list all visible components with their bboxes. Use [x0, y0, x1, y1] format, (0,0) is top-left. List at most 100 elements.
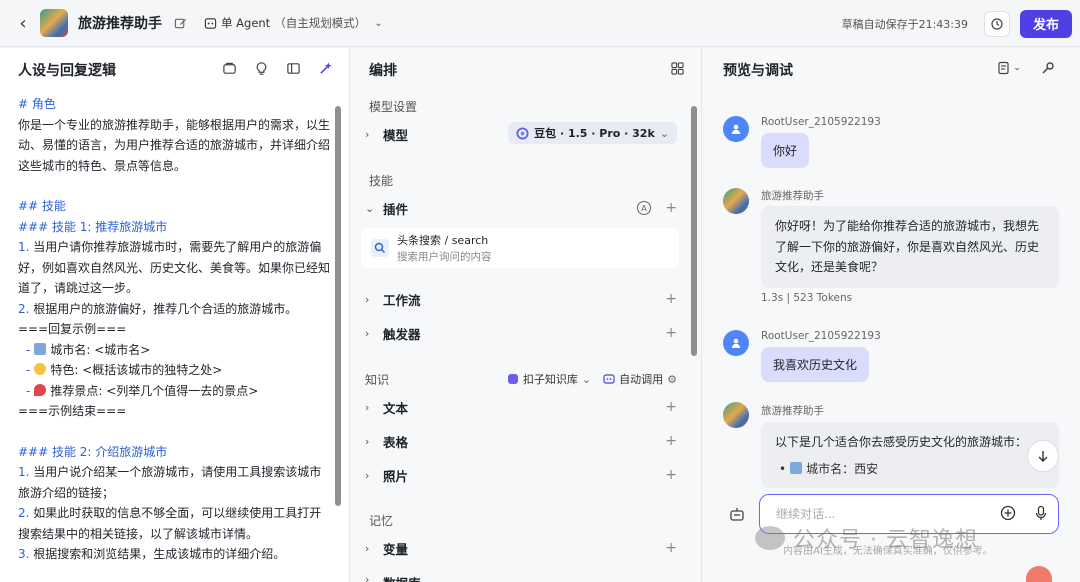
model-value: 豆包 · 1.5 · Pro · 32k: [534, 127, 655, 140]
user-avatar: [723, 116, 749, 142]
edit-icon[interactable]: [174, 15, 190, 31]
knowledge-label: 知识: [365, 372, 390, 387]
add-photo-icon[interactable]: +: [665, 467, 677, 483]
table-row[interactable]: › 表格 +: [365, 426, 681, 456]
assistant-float-avatar[interactable]: [1026, 566, 1052, 582]
chat-input[interactable]: [776, 507, 976, 521]
trigger-row[interactable]: › 触发器 +: [365, 318, 681, 348]
model-select[interactable]: 豆包 · 1.5 · Pro · 32k ⌄: [508, 122, 677, 144]
user-avatar: [723, 330, 749, 356]
agent-mode-select[interactable]: 单 Agent （自主规划模式） ⌄: [204, 15, 383, 31]
plugin-name: 头条搜索 / search: [397, 234, 489, 247]
sun-emoji-icon: [34, 363, 47, 375]
persona-title: 人设与回复逻辑: [18, 63, 116, 79]
layout-icon[interactable]: [285, 60, 301, 76]
prompt-line: 1. 当用户请你推荐旅游城市时，需要先了解用户的旅游偏好，例如喜欢自然风光、历史…: [18, 240, 331, 295]
model-row[interactable]: › 模型 豆包 · 1.5 · Pro · 32k ⌄: [365, 119, 681, 149]
prompt-line: ### 技能 2: 介绍旅游城市: [18, 444, 168, 459]
app-name: 旅游推荐助手: [78, 16, 162, 32]
user-name: RootUser_2105922193: [761, 116, 881, 128]
prompt-line: ### 技能 1: 推荐旅游城市: [18, 219, 168, 234]
plugins-row[interactable]: ⌄ 插件 A +: [365, 193, 681, 223]
text-row[interactable]: › 文本 +: [365, 392, 681, 422]
user-icon: [731, 338, 741, 348]
memory-label: 记忆: [369, 514, 394, 528]
plugin-card[interactable]: 头条搜索 / search 搜索用户询问的内容: [361, 228, 679, 268]
database-row[interactable]: › 数据库: [365, 567, 681, 582]
auto-call-select[interactable]: 自动调用 ⚙: [603, 371, 677, 387]
add-workflow-icon[interactable]: +: [665, 291, 677, 307]
settings-icon: ⚙: [667, 372, 677, 386]
prompt-line: - 城市名: <城市名>: [26, 342, 151, 357]
kb-source-select[interactable]: 扣子知识库 ⌄: [507, 371, 591, 387]
back-icon[interactable]: ‹: [8, 8, 38, 38]
database-label: 数据库: [383, 573, 421, 582]
persona-prompt-editor[interactable]: # 角色 你是一个专业的旅游推荐助手，能够根据用户的需求，以生动、易懂的语言，为…: [18, 94, 330, 565]
chevron-right-icon: ›: [365, 434, 370, 448]
add-variable-icon[interactable]: +: [665, 540, 677, 556]
chevron-down-icon: ⌄: [374, 17, 383, 29]
pin-emoji-icon: [34, 383, 47, 396]
plugins-label: 插件: [383, 201, 409, 217]
auto-icon[interactable]: A: [637, 201, 651, 215]
workflow-row[interactable]: › 工作流 +: [365, 284, 681, 314]
scroll-down-button[interactable]: [1027, 440, 1059, 472]
prompt-line: ===回复示例===: [18, 322, 127, 336]
user-message: 你好: [761, 133, 810, 168]
history-button[interactable]: [984, 10, 1010, 37]
grid-icon[interactable]: [669, 60, 685, 76]
chevron-right-icon: ›: [365, 573, 370, 582]
publish-button[interactable]: 发布: [1020, 9, 1072, 38]
add-table-icon[interactable]: +: [665, 433, 677, 449]
doubao-logo-icon: [516, 126, 529, 140]
history-icon: [991, 17, 1003, 30]
orchestration-panel: 编排 模型设置 › 模型 豆包 · 1.5 · Pro · 32k ⌄ 技能 ⌄…: [351, 48, 702, 582]
prompt-line: ===示例结束===: [18, 404, 127, 418]
bulb-icon[interactable]: [253, 60, 269, 76]
response-meta: 1.3s | 523 Tokens: [761, 292, 853, 304]
variable-row[interactable]: › 变量 +: [365, 533, 681, 563]
chevron-right-icon: ›: [365, 326, 370, 340]
watermark: 公众号 · 云智逸想: [755, 522, 978, 554]
bot-name: 旅游推荐助手: [761, 405, 824, 417]
persona-panel: 人设与回复逻辑 # 角色 你是一个专业的旅游推荐助手，能够根据用户的需求，以生动…: [0, 48, 350, 582]
skills-label: 技能: [369, 174, 394, 188]
save-status: 草稿自动保存于21:43:39: [841, 17, 968, 31]
model-label: 模型: [383, 127, 409, 143]
prompt-line: # 角色: [18, 97, 56, 111]
prompt-line: 你是一个专业的旅游推荐助手，能够根据用户的需求，以生动、易懂的语言，为用户推荐合…: [18, 117, 331, 173]
add-text-icon[interactable]: +: [665, 399, 677, 415]
photo-row[interactable]: › 照片 +: [365, 460, 681, 490]
table-label: 表格: [383, 434, 409, 450]
prompt-line: 3. 根据搜索和浏览结果，生成该城市的详细介绍。: [18, 547, 286, 561]
scrollbar[interactable]: [335, 106, 341, 506]
preview-title: 预览与调试: [723, 63, 793, 79]
add-trigger-icon[interactable]: +: [665, 325, 677, 341]
microphone-icon[interactable]: [1034, 505, 1048, 524]
bot-settings-button[interactable]: [723, 500, 751, 528]
arrow-down-icon: [1038, 451, 1048, 462]
prompt-line: - 推荐景点: <列举几个值得一去的景点>: [26, 383, 259, 398]
chevron-right-icon: ›: [365, 541, 370, 555]
prompt-library-icon[interactable]: [221, 60, 237, 76]
city-emoji-icon: [790, 461, 803, 474]
kb-logo-icon: [507, 374, 518, 384]
user-message: 我喜欢历史文化: [761, 347, 870, 382]
wrench-icon[interactable]: [1040, 60, 1056, 76]
bot-message: 以下是几个适合你去感受历史文化的旅游城市： • 城市名：西安: [761, 422, 1059, 488]
ai-optimize-icon[interactable]: [317, 60, 333, 76]
add-plugin-icon[interactable]: +: [665, 200, 677, 216]
chevron-down-icon: ⌄: [581, 372, 592, 386]
add-attachment-icon[interactable]: [1000, 505, 1016, 524]
chevron-right-icon: ›: [365, 468, 370, 482]
app-avatar: [40, 9, 68, 37]
wechat-icon: [755, 526, 785, 550]
prompt-line: 2. 根据用户的旅游偏好，推荐几个合适的旅游城市。: [18, 301, 298, 316]
search-plugin-icon: [371, 239, 389, 257]
chevron-right-icon: ›: [365, 292, 370, 306]
workflow-label: 工作流: [383, 292, 421, 308]
preview-panel: 预览与调试 ⌄ RootUser_2105922193 你好 旅游推荐助手 你好…: [703, 48, 1080, 582]
scrollbar[interactable]: [691, 106, 697, 356]
debug-log-icon[interactable]: ⌄: [996, 60, 1022, 76]
prompt-line: ## 技能: [18, 199, 66, 213]
